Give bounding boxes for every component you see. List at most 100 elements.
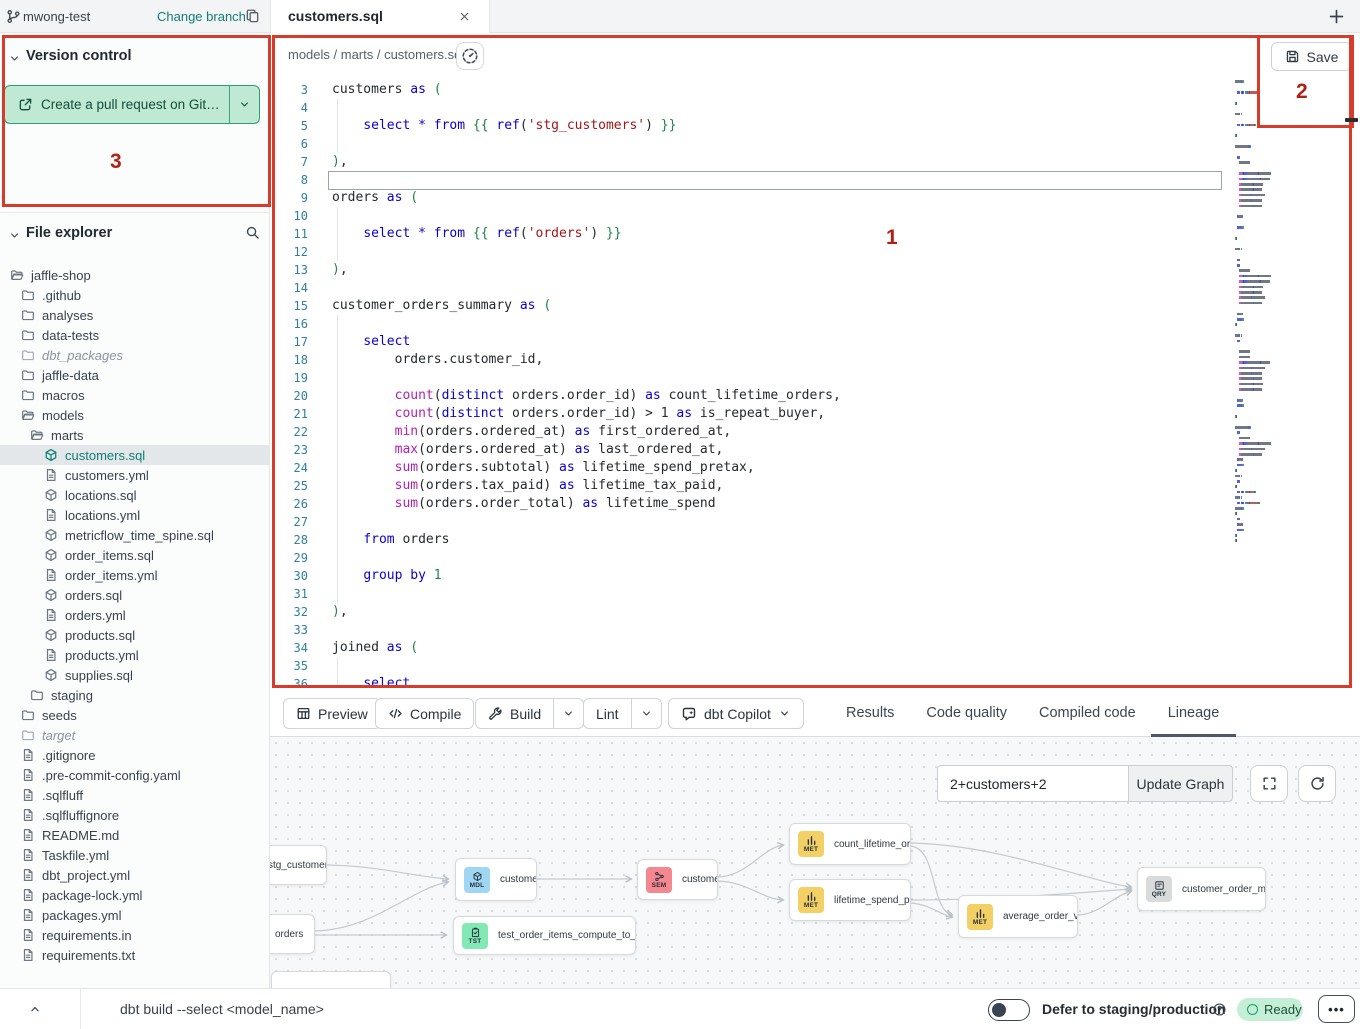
code-area[interactable]: 3customers as (45 select * from {{ ref('…: [270, 72, 1360, 688]
code-line-19[interactable]: 19: [270, 369, 1360, 387]
tree-item-dbt_project.yml[interactable]: dbt_project.yml: [0, 865, 270, 885]
lineage-node-lifetime_spend_pretax[interactable]: METlifetime_spend_pretax: [789, 879, 911, 921]
copilot-badge-icon[interactable]: [456, 42, 484, 70]
code-line-30[interactable]: 30 group by 1: [270, 567, 1360, 585]
tree-item-order_items.yml[interactable]: order_items.yml: [0, 565, 270, 585]
lineage-node-average_order_value[interactable]: METaverage_order_value: [958, 895, 1078, 938]
tree-item-products.yml[interactable]: products.yml: [0, 645, 270, 665]
code-line-36[interactable]: 36 select: [270, 675, 1360, 688]
tree-item-customers.yml[interactable]: customers.yml: [0, 465, 270, 485]
tree-item-jaffle-data[interactable]: jaffle-data: [0, 365, 270, 385]
code-line-22[interactable]: 22 min(orders.ordered_at) as first_order…: [270, 423, 1360, 441]
more-options-button[interactable]: •••: [1318, 995, 1355, 1023]
code-line-25[interactable]: 25 sum(orders.tax_paid) as lifetime_tax_…: [270, 477, 1360, 495]
code-line-11[interactable]: 11 select * from {{ ref('orders') }}: [270, 225, 1360, 243]
close-icon[interactable]: [458, 10, 471, 23]
code-line-7[interactable]: 7),: [270, 153, 1360, 171]
tree-item-products.sql[interactable]: products.sql: [0, 625, 270, 645]
create-pull-request-button[interactable]: Create a pull request on Git…: [4, 85, 260, 124]
update-graph-button[interactable]: Update Graph: [1128, 765, 1233, 802]
dbt-copilot-button[interactable]: dbt Copilot: [668, 698, 804, 729]
tree-item-jaffle-shop[interactable]: jaffle-shop: [0, 265, 270, 285]
code-line-15[interactable]: 15customer_orders_summary as (: [270, 297, 1360, 315]
chevron-up-icon[interactable]: [28, 1002, 42, 1016]
code-line-5[interactable]: 5 select * from {{ ref('stg_customers') …: [270, 117, 1360, 135]
code-line-12[interactable]: 12: [270, 243, 1360, 261]
tree-item-.sqlfluff[interactable]: .sqlfluff: [0, 785, 270, 805]
code-line-35[interactable]: 35: [270, 657, 1360, 675]
tree-item-locations.yml[interactable]: locations.yml: [0, 505, 270, 525]
code-line-24[interactable]: 24 sum(orders.subtotal) as lifetime_spen…: [270, 459, 1360, 477]
lineage-node-test_order_items_compute_to_bools…[interactable]: TSTtest_order_items_compute_to_bools…: [453, 916, 636, 955]
code-line-32[interactable]: 32),: [270, 603, 1360, 621]
copy-icon[interactable]: [245, 8, 260, 23]
code-line-31[interactable]: 31: [270, 585, 1360, 603]
fullscreen-icon[interactable]: [1250, 765, 1288, 802]
tree-item-staging[interactable]: staging: [0, 685, 270, 705]
code-line-18[interactable]: 18 orders.customer_id,: [270, 351, 1360, 369]
tree-item-target[interactable]: target: [0, 725, 270, 745]
command-input[interactable]: dbt build --select <model_name>: [120, 1001, 324, 1017]
code-line-26[interactable]: 26 sum(orders.order_total) as lifetime_s…: [270, 495, 1360, 513]
tree-item-order_items.sql[interactable]: order_items.sql: [0, 545, 270, 565]
code-line-28[interactable]: 28 from orders: [270, 531, 1360, 549]
tab-customers-sql[interactable]: customers.sql: [270, 0, 490, 33]
code-line-27[interactable]: 27: [270, 513, 1360, 531]
tree-item-Taskfile.yml[interactable]: Taskfile.yml: [0, 845, 270, 865]
help-icon[interactable]: [1212, 1002, 1227, 1017]
code-line-9[interactable]: 9orders as (: [270, 189, 1360, 207]
new-tab-icon[interactable]: [1327, 7, 1346, 26]
pr-dropdown-chevron-icon[interactable]: [229, 86, 259, 123]
code-line-17[interactable]: 17 select: [270, 333, 1360, 351]
build-dropdown-chevron-icon[interactable]: [553, 699, 583, 728]
lineage-canvas[interactable]: MDLstg_customers MDLorders MDLcustomers TST…: [270, 737, 1360, 988]
tab-lineage[interactable]: Lineage: [1168, 688, 1220, 737]
change-branch-link[interactable]: Change branch: [157, 9, 246, 24]
tree-item-orders.sql[interactable]: orders.sql: [0, 585, 270, 605]
code-line-13[interactable]: 13),: [270, 261, 1360, 279]
tree-item-orders.yml[interactable]: orders.yml: [0, 605, 270, 625]
defer-toggle[interactable]: [988, 999, 1030, 1021]
search-icon[interactable]: [245, 225, 260, 240]
tree-item-models[interactable]: models: [0, 405, 270, 425]
code-line-21[interactable]: 21 count(distinct orders.order_id) > 1 a…: [270, 405, 1360, 423]
chevron-down-icon[interactable]: [8, 52, 21, 65]
tree-item-requirements.txt[interactable]: requirements.txt: [0, 945, 270, 965]
lineage-node-stg_customers[interactable]: MDLstg_customers: [270, 845, 327, 885]
code-line-16[interactable]: 16: [270, 315, 1360, 333]
tree-item-package-lock.yml[interactable]: package-lock.yml: [0, 885, 270, 905]
tree-item-customers.sql[interactable]: customers.sql: [0, 445, 270, 465]
tree-item-analyses[interactable]: analyses: [0, 305, 270, 325]
tree-item-.github[interactable]: .github: [0, 285, 270, 305]
tree-item-dbt_packages[interactable]: dbt_packages: [0, 345, 270, 365]
lineage-selector-input[interactable]: [937, 765, 1128, 802]
tab-code-quality[interactable]: Code quality: [926, 688, 1007, 737]
tree-item-.sqlfluffignore[interactable]: .sqlfluffignore: [0, 805, 270, 825]
preview-button[interactable]: Preview: [283, 698, 381, 729]
lineage-node-partial[interactable]: [271, 971, 391, 988]
tree-item-.pre-commit-config.yaml[interactable]: .pre-commit-config.yaml: [0, 765, 270, 785]
tree-item-requirements.in[interactable]: requirements.in: [0, 925, 270, 945]
code-line-33[interactable]: 33: [270, 621, 1360, 639]
tree-item-locations.sql[interactable]: locations.sql: [0, 485, 270, 505]
tab-results[interactable]: Results: [846, 688, 894, 737]
code-line-4[interactable]: 4: [270, 99, 1360, 117]
tab-compiled-code[interactable]: Compiled code: [1039, 688, 1136, 737]
tree-item-macros[interactable]: macros: [0, 385, 270, 405]
save-button[interactable]: Save: [1271, 42, 1352, 71]
code-line-8[interactable]: 8: [270, 171, 1360, 189]
refresh-icon[interactable]: [1298, 765, 1336, 802]
code-line-34[interactable]: 34joined as (: [270, 639, 1360, 657]
code-line-10[interactable]: 10: [270, 207, 1360, 225]
tree-item-seeds[interactable]: seeds: [0, 705, 270, 725]
code-line-14[interactable]: 14: [270, 279, 1360, 297]
compile-button[interactable]: Compile: [375, 698, 474, 729]
lineage-node-customers[interactable]: MDLcustomers: [455, 858, 537, 901]
tree-item-packages.yml[interactable]: packages.yml: [0, 905, 270, 925]
lineage-node-orders[interactable]: MDLorders: [270, 914, 315, 954]
tree-item-metricflow_time_spine.sql[interactable]: metricflow_time_spine.sql: [0, 525, 270, 545]
tree-item-data-tests[interactable]: data-tests: [0, 325, 270, 345]
chevron-down-icon[interactable]: [8, 229, 21, 242]
code-line-29[interactable]: 29: [270, 549, 1360, 567]
lineage-node-customer_order_metrics[interactable]: QRYcustomer_order_metrics: [1137, 867, 1266, 911]
